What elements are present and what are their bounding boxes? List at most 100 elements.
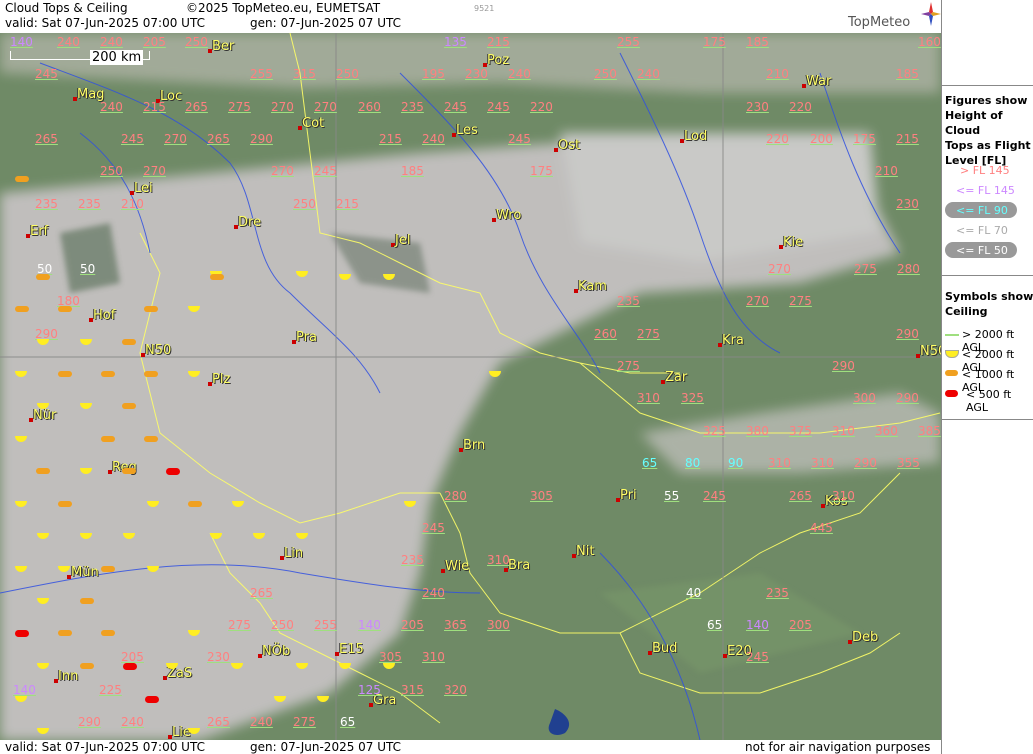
cloud-top-value: 265	[185, 100, 208, 114]
cloud-top-value: 240	[57, 35, 80, 49]
cloud-top-value: 250	[100, 164, 123, 178]
cloud-top-value: 215	[143, 100, 166, 114]
legend-ceiling-heading-line: Symbols show	[945, 290, 1033, 303]
ceiling-symbol	[122, 468, 136, 474]
cloud-top-value: 270	[746, 294, 769, 308]
cloud-top-value: 270	[314, 100, 337, 114]
ceiling-symbol	[122, 403, 136, 409]
cloud-top-value: 290	[896, 327, 919, 341]
legend-ceiling-below-500: < 500 ft AGL	[966, 388, 1012, 414]
cloud-top-value: 250	[293, 197, 316, 211]
cloud-top-value: 65	[340, 715, 356, 729]
cloud-top-value: 40	[686, 586, 702, 600]
cloud-top-value: 175	[703, 35, 726, 49]
cloud-top-value: 245	[444, 100, 467, 114]
cloud-top-value: 385	[918, 424, 941, 438]
topmeteo-logo: TopMeteo	[848, 15, 911, 30]
ceiling-symbol	[58, 630, 72, 636]
city-label: Kie	[783, 235, 804, 250]
cloud-top-value: 195	[422, 67, 445, 81]
scale-bar: 200 km	[10, 50, 150, 67]
cloud-top-value: 260	[594, 327, 617, 341]
cloud-top-value: 305	[379, 650, 402, 664]
city-label: N50	[145, 343, 172, 358]
cloud-top-value: 265	[207, 715, 230, 729]
cloud-top-value: 255	[250, 67, 273, 81]
cloud-top-value: 140	[13, 683, 36, 697]
cloud-top-value: 230	[465, 67, 488, 81]
ceiling-symbol	[144, 306, 158, 312]
city-label: E15	[339, 642, 364, 657]
city-label: Jel	[395, 233, 411, 248]
city-label: Erf	[30, 224, 49, 239]
ceiling-symbol	[166, 468, 180, 475]
cloud-top-value: 275	[293, 715, 316, 729]
cloud-top-value: 275	[617, 359, 640, 373]
cloud-top-value: 245	[422, 521, 445, 535]
cloud-top-value: 140	[358, 618, 381, 632]
footer-valid-time: valid: Sat 07-Jun-2025 07:00 UTC	[5, 740, 205, 754]
cloud-top-value: 275	[228, 618, 251, 632]
cloud-top-value: 245	[508, 132, 531, 146]
cloud-top-value: 175	[530, 164, 553, 178]
ceiling-symbol	[123, 663, 137, 670]
city-label: Bud	[652, 641, 678, 656]
cloud-top-value: 140	[746, 618, 769, 632]
city-label: Poz	[487, 53, 510, 68]
legend-divider	[942, 85, 1033, 86]
cloud-top-value: 50	[80, 262, 96, 276]
legend-tops-heading: Figures show Height of Cloud Tops as Fli…	[945, 93, 1033, 168]
city-label: Mün	[71, 565, 99, 580]
legend-tops-heading-line: Height of Cloud	[945, 109, 1003, 137]
cloud-top-value: 290	[832, 359, 855, 373]
cloud-top-value: 65	[707, 618, 723, 632]
city-label: Inn	[58, 669, 79, 684]
generated-time: gen: 07-Jun-2025 07 UTC	[250, 16, 402, 30]
cloud-top-value: 220	[789, 100, 812, 114]
map-area[interactable]: 200 km Ber Poz War Mag Loc Cot Les Lod Ost Lei Dre…	[0, 33, 941, 740]
cloud-top-value: 320	[444, 683, 467, 697]
cloud-top-value: 215	[379, 132, 402, 146]
cloud-top-value: 140	[10, 35, 33, 49]
cloud-top-value: 65	[642, 456, 658, 470]
city-label: Ber	[212, 39, 235, 54]
cloud-top-value: 235	[401, 553, 424, 567]
cloud-top-value: 80	[685, 456, 701, 470]
cloud-top-value: 275	[228, 100, 251, 114]
city-label: Wro	[496, 208, 522, 223]
city-label: War	[806, 74, 832, 89]
cloud-top-value: 230	[746, 100, 769, 114]
cloud-top-value: 235	[401, 100, 424, 114]
cloud-top-value: 245	[746, 650, 769, 664]
ceiling-symbol	[80, 598, 94, 604]
cloud-top-value: 280	[897, 262, 920, 276]
city-label: Les	[456, 123, 478, 138]
ceiling-symbol	[145, 696, 159, 703]
cloud-top-value: 305	[530, 489, 553, 503]
ceiling-symbol	[58, 371, 72, 377]
cloud-top-value: 310	[832, 424, 855, 438]
cloud-top-value: 245	[35, 67, 58, 81]
legend-ceiling-heading-line: Ceiling	[945, 305, 988, 318]
ceiling-symbol	[36, 468, 50, 474]
legend-red-symbol	[945, 390, 958, 397]
cloud-top-value: 275	[854, 262, 877, 276]
ceiling-symbol	[15, 306, 29, 312]
legend-fl-70: <= FL 70	[956, 224, 1008, 237]
cloud-top-value: 225	[99, 683, 122, 697]
cloud-top-value: 315	[293, 67, 316, 81]
legend-fl-145: <= FL 145	[956, 184, 1015, 197]
cloud-top-value: 205	[121, 650, 144, 664]
cloud-top-value: 55	[664, 489, 680, 503]
cloud-top-value: 310	[637, 391, 660, 405]
cloud-top-value: 240	[422, 132, 445, 146]
city-label: Lin	[284, 546, 304, 561]
ceiling-symbol	[101, 630, 115, 636]
cloud-top-value: 230	[896, 197, 919, 211]
cloud-top-value: 210	[121, 197, 144, 211]
cloud-top-value: 270	[143, 164, 166, 178]
ceiling-symbol	[58, 306, 72, 312]
cloud-top-value: 290	[78, 715, 101, 729]
cloud-top-value: 200	[810, 132, 833, 146]
cloud-top-value: 290	[250, 132, 273, 146]
